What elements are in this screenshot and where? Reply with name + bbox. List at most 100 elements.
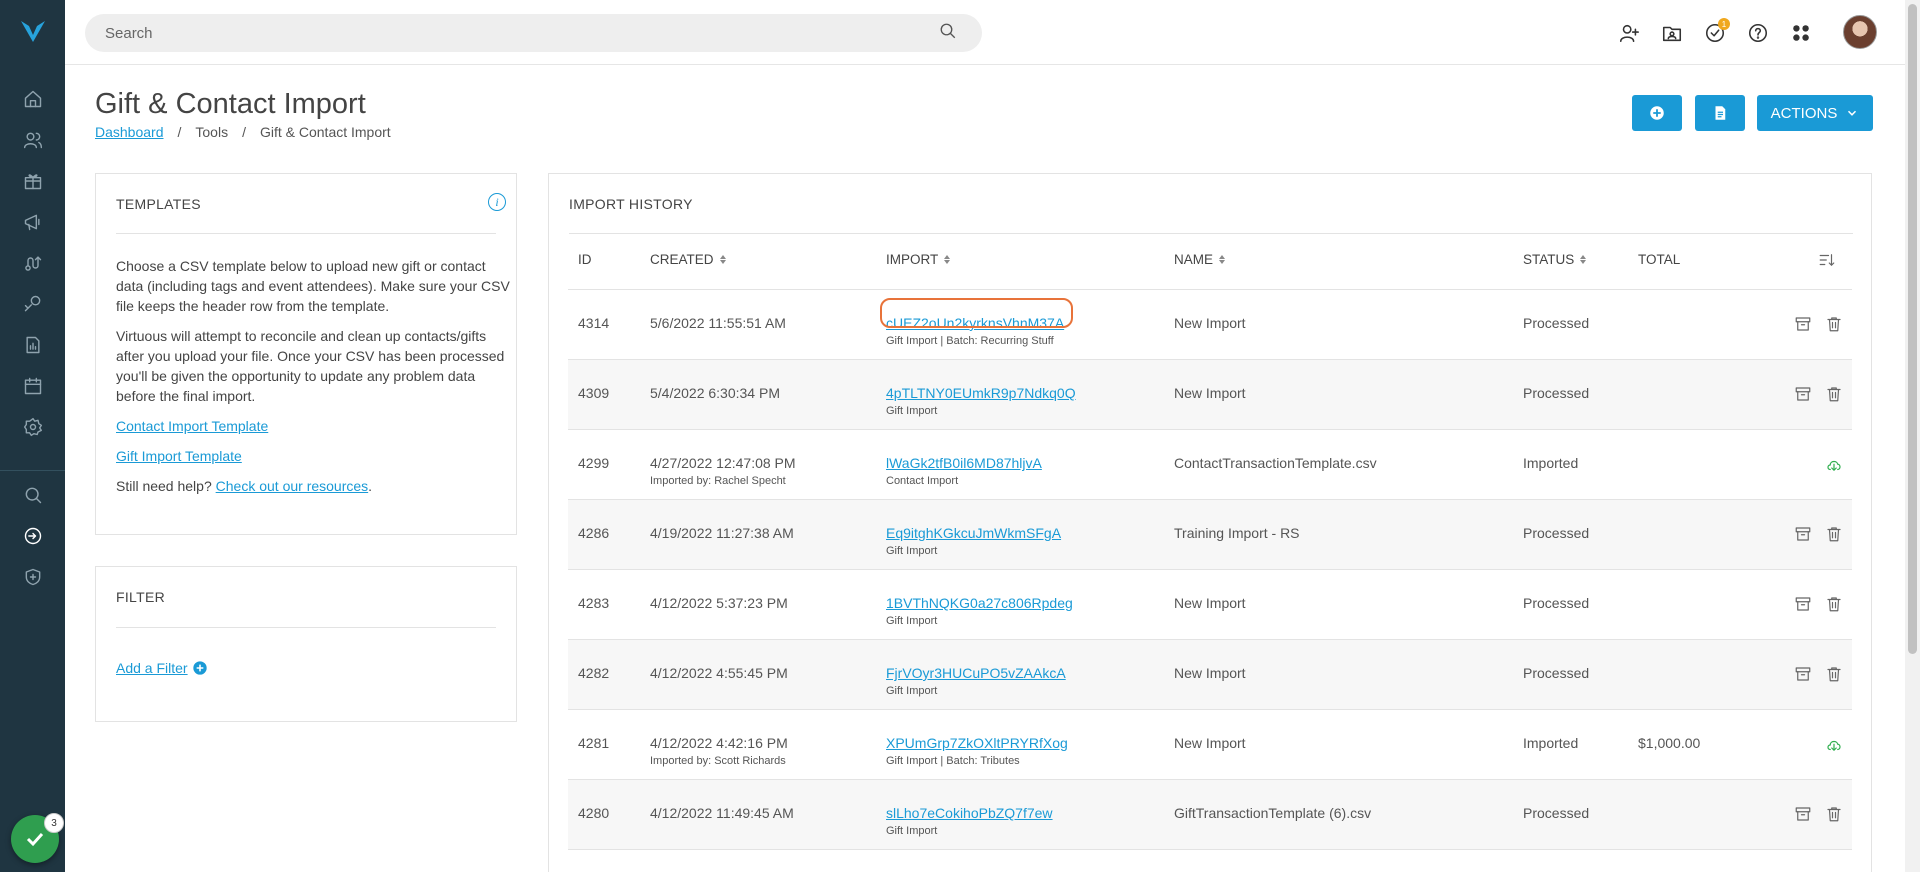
row-import-link[interactable]: XPUmGrp7ZkOXltPRYRfXog	[886, 735, 1068, 751]
template-doc-button[interactable]	[1695, 95, 1745, 131]
table-row: 4309 5/4/2022 6:30:34 PM 4pTLTNY0EUmkR9p7N…	[568, 359, 1852, 429]
total-header-label: TOTAL	[1638, 252, 1681, 267]
reports-icon[interactable]	[20, 332, 46, 358]
trash-icon[interactable]	[1825, 665, 1843, 683]
row-import-type: Gift Import	[886, 615, 938, 627]
trash-icon[interactable]	[1825, 385, 1843, 403]
apps-grid-icon[interactable]	[1788, 20, 1814, 46]
name-header-label: NAME	[1174, 252, 1214, 267]
column-header-name[interactable]: NAME	[1174, 252, 1226, 267]
column-header-created[interactable]: CREATED	[650, 252, 726, 267]
user-avatar[interactable]	[1843, 15, 1877, 49]
column-settings-icon[interactable]	[1818, 251, 1836, 269]
table-row: 4283 4/12/2022 5:37:23 PM 1BVThNQKG0a27c80…	[568, 569, 1852, 639]
archive-icon[interactable]	[1794, 525, 1812, 543]
fundraising-icon[interactable]	[20, 291, 46, 317]
row-id: 4286	[578, 525, 610, 541]
archive-icon[interactable]	[1794, 665, 1812, 683]
id-header-label: ID	[578, 252, 592, 267]
row-status: Processed	[1523, 805, 1590, 821]
archive-icon[interactable]	[1794, 805, 1812, 823]
breadcrumb-dashboard[interactable]: Dashboard	[95, 124, 164, 140]
panel-divider	[116, 233, 496, 234]
row-name: New Import	[1174, 665, 1246, 681]
tasks-icon[interactable]: 1	[1702, 18, 1730, 46]
trash-icon[interactable]	[1825, 805, 1843, 823]
trash-icon[interactable]	[1825, 595, 1843, 613]
page-scrollbar[interactable]	[1905, 0, 1920, 872]
row-total: $1,000.00	[1638, 735, 1701, 751]
templates-reconcile-text: Virtuous will attempt to reconcile and c…	[116, 328, 505, 404]
status-header-label: STATUS	[1523, 252, 1575, 267]
help-icon[interactable]	[1745, 20, 1771, 46]
row-import-type: Gift Import | Batch: Recurring Stuff	[886, 335, 1054, 347]
row-import-link[interactable]: 4pTLTNY0EUmkR9p7Ndkq0Q	[886, 385, 1076, 401]
actions-dropdown-button[interactable]: ACTIONS	[1757, 95, 1873, 131]
megaphone-icon[interactable]	[20, 209, 46, 235]
cloud-download-icon[interactable]	[1825, 736, 1843, 754]
trash-icon[interactable]	[1825, 525, 1843, 543]
notification-count: 1	[1718, 18, 1730, 30]
row-name: GiftTransactionTemplate (6).csv	[1174, 805, 1372, 821]
settings-icon[interactable]	[20, 414, 46, 440]
contact-import-template-link[interactable]: Contact Import Template	[116, 416, 268, 436]
row-import-link[interactable]: 1BVThNQKG0a27c806Rpdeg	[886, 595, 1073, 611]
gift-icon[interactable]	[20, 168, 46, 194]
column-header-status[interactable]: STATUS	[1523, 252, 1587, 267]
folder-user-icon[interactable]	[1659, 20, 1685, 46]
add-filter-label[interactable]: Add a Filter	[116, 660, 188, 676]
search-input[interactable]	[85, 14, 982, 52]
row-import-link[interactable]: slLho7eCokihoPbZQ7f7ew	[886, 805, 1053, 821]
add-contact-icon[interactable]	[1616, 20, 1642, 46]
column-header-import[interactable]: IMPORT	[886, 252, 951, 267]
row-import-link[interactable]: Eq9itghKGkcuJmWkmSFgA	[886, 525, 1061, 541]
row-name: New Import	[1174, 385, 1246, 401]
calendar-icon[interactable]	[20, 373, 46, 399]
sidebar-divider	[0, 470, 65, 471]
task-count-badge: 3	[44, 813, 64, 833]
row-name: New Import	[1174, 315, 1246, 331]
home-icon[interactable]	[20, 86, 46, 112]
info-icon[interactable]: i	[488, 193, 506, 211]
sort-icon	[944, 255, 951, 264]
shield-add-icon[interactable]	[20, 564, 46, 590]
cloud-download-icon[interactable]	[1825, 456, 1843, 474]
search-icon[interactable]	[939, 22, 959, 42]
breadcrumb-separator: /	[177, 124, 182, 140]
row-import-link[interactable]: lWaGk2tfB0il6MD87hljvA	[886, 455, 1042, 471]
templates-panel: TEMPLATES i Choose a CSV template below …	[95, 173, 517, 535]
archive-icon[interactable]	[1794, 595, 1812, 613]
table-row: 4314 5/6/2022 11:55:51 AM cUEZ2oUn2kyrknsV…	[568, 289, 1852, 359]
new-import-button[interactable]	[1632, 95, 1682, 131]
templates-title: TEMPLATES	[116, 196, 201, 212]
row-name: Training Import - RS	[1174, 525, 1300, 541]
templates-intro-text: Choose a CSV template below to upload ne…	[116, 258, 510, 314]
contacts-icon[interactable]	[20, 127, 46, 153]
import-icon[interactable]	[20, 523, 46, 549]
row-import-type: Gift Import	[886, 405, 938, 417]
row-import-link[interactable]: FjrVOyr3HUCuPO5vZAAkcA	[886, 665, 1066, 681]
table-row-partial	[568, 849, 1852, 872]
row-created: 4/27/2022 12:47:08 PM	[650, 455, 796, 471]
actions-label: ACTIONS	[1770, 104, 1838, 122]
archive-icon[interactable]	[1794, 385, 1812, 403]
help-text: Still need help? Check out our resources…	[116, 476, 511, 496]
archive-icon[interactable]	[1794, 315, 1812, 333]
document-icon	[1715, 106, 1726, 120]
row-name: ContactTransactionTemplate.csv	[1174, 455, 1377, 471]
add-filter-button[interactable]: Add a Filter	[116, 660, 208, 676]
row-imported-by: Imported by: Rachel Specht	[650, 475, 786, 487]
row-status: Processed	[1523, 385, 1590, 401]
scrollbar-thumb[interactable]	[1908, 4, 1917, 654]
row-created: 4/19/2022 11:27:38 AM	[650, 525, 794, 541]
search-nav-icon[interactable]	[20, 482, 46, 508]
workflow-icon[interactable]	[20, 250, 46, 276]
trash-icon[interactable]	[1825, 315, 1843, 333]
row-id: 4283	[578, 595, 610, 611]
resources-link[interactable]: Check out our resources	[216, 478, 369, 494]
row-id: 4309	[578, 385, 610, 401]
breadcrumb-tools: Tools	[195, 124, 229, 140]
row-status: Processed	[1523, 315, 1590, 331]
virtuous-logo[interactable]	[20, 18, 46, 44]
gift-import-template-link[interactable]: Gift Import Template	[116, 446, 242, 466]
